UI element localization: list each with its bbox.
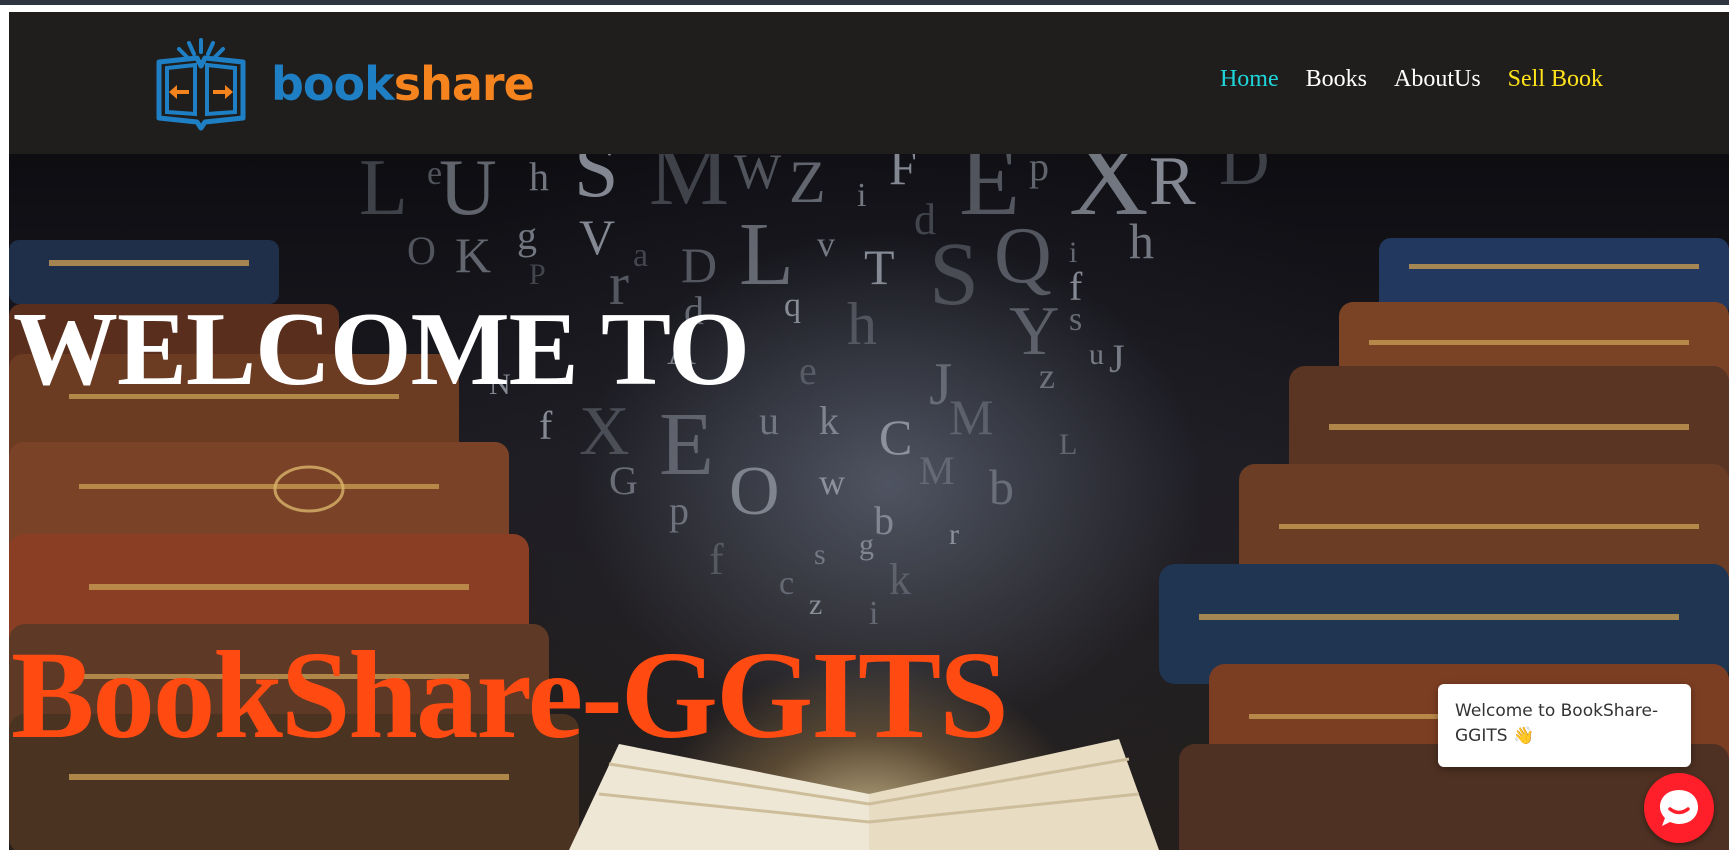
open-book-icon — [156, 38, 246, 131]
flying-letter: u — [1089, 338, 1104, 371]
chat-launcher-button[interactable] — [1644, 773, 1714, 843]
flying-letter: z — [809, 588, 822, 621]
browser-edge — [0, 0, 1729, 5]
flying-letter: T — [864, 239, 895, 295]
flying-letter: J — [1109, 336, 1125, 381]
flying-letter: f — [539, 403, 553, 448]
logo-text: bookshare — [271, 57, 535, 111]
nav-books[interactable]: Books — [1306, 66, 1367, 93]
flying-letter: L — [359, 154, 408, 232]
flying-letter: c — [779, 565, 794, 602]
flying-letter: R — [1149, 154, 1196, 220]
flying-letter: W — [734, 154, 782, 199]
logo[interactable]: bookshare — [155, 36, 535, 132]
chat-welcome-bubble[interactable]: Welcome to BookShare-GGITS 👋 — [1438, 684, 1691, 767]
flying-letter: M — [649, 154, 729, 224]
chat-welcome-message: Welcome to BookShare-GGITS 👋 — [1455, 701, 1659, 746]
flying-letter: s — [1069, 301, 1082, 338]
flying-letter: K — [455, 227, 491, 283]
flying-letter: i — [857, 177, 866, 214]
navbar: bookshare Home Books AboutUs Sell Book — [9, 12, 1729, 154]
nav-about-us[interactable]: AboutUs — [1394, 66, 1481, 93]
flying-letter: p — [1029, 154, 1049, 189]
flying-letter: h — [847, 291, 877, 357]
flying-letter: r — [949, 518, 959, 551]
flying-letter: D — [1219, 154, 1270, 200]
flying-letter: L — [1059, 428, 1077, 461]
flying-letter: e — [799, 348, 817, 393]
flying-letter: k — [889, 555, 911, 604]
flying-letter: F — [889, 154, 917, 195]
hero-brand-heading: BookShare-GGITS — [11, 627, 1009, 765]
flying-letter: a — [633, 237, 648, 274]
flying-letter: s — [814, 538, 826, 571]
flying-letter: u — [759, 398, 779, 443]
flying-letter: D — [681, 237, 717, 293]
flying-letter: S — [929, 225, 979, 324]
flying-letter: g — [859, 528, 874, 561]
nav-home[interactable]: Home — [1220, 66, 1279, 93]
flying-letter: Q — [994, 212, 1052, 300]
flying-letter: b — [989, 459, 1014, 515]
main-nav: Home Books AboutUs Sell Book — [1220, 66, 1603, 93]
flying-letter: E — [659, 395, 714, 494]
flying-letter: v — [817, 224, 835, 264]
flying-letter: U — [439, 154, 497, 232]
flying-letter: b — [874, 498, 894, 543]
flying-letter: M — [949, 389, 993, 445]
flying-letter: h — [529, 154, 549, 199]
flying-letter: C — [879, 409, 912, 465]
flying-letter: O — [729, 453, 780, 530]
flying-letter: p — [669, 488, 689, 533]
flying-letter: Z — [789, 154, 826, 215]
flying-letter: k — [819, 398, 839, 443]
flying-letter: S — [574, 154, 619, 214]
flying-letter: z — [1039, 356, 1055, 396]
flying-letter: h — [1129, 213, 1154, 269]
hero-welcome-heading: WELCOME TO — [13, 290, 750, 407]
flying-letter: G — [609, 458, 638, 503]
flying-letter: f — [709, 535, 724, 584]
flying-letter: M — [919, 448, 955, 493]
page: bookshare Home Books AboutUs Sell Book L… — [9, 12, 1729, 850]
flying-letter: q — [784, 287, 801, 324]
chat-icon — [1660, 790, 1698, 826]
flying-letter: O — [407, 228, 436, 273]
nav-sell-book[interactable]: Sell Book — [1508, 66, 1603, 93]
flying-letter: g — [517, 213, 537, 258]
flying-letter: w — [819, 462, 845, 502]
flying-letter: P — [529, 258, 546, 291]
